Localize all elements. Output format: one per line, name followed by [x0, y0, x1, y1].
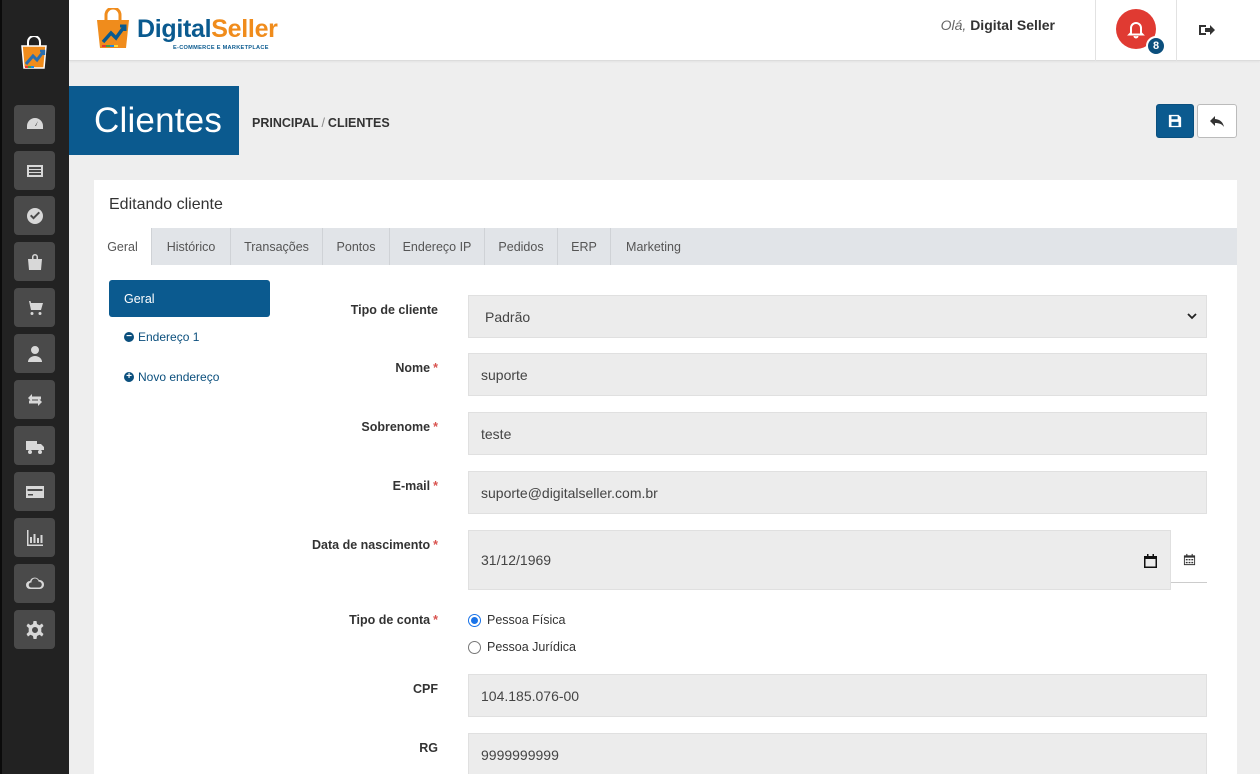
- subnav-general[interactable]: Geral: [109, 280, 270, 317]
- cart-icon: [25, 300, 43, 315]
- check-circle-icon: [26, 207, 43, 224]
- save-button[interactable]: [1156, 104, 1194, 138]
- credit-card-icon: [25, 485, 44, 498]
- rg-label: RG: [419, 741, 438, 755]
- sidebar-item-approvals[interactable]: [14, 196, 55, 235]
- edit-customer-card: Editando cliente Geral Histórico Transaç…: [94, 180, 1237, 774]
- back-button[interactable]: [1197, 104, 1237, 138]
- top-header: DigitalSeller E-COMMERCE E MARKETPLACE O…: [69, 0, 1260, 61]
- email-label: E-mail *: [392, 479, 438, 493]
- cpf-label: CPF: [413, 682, 438, 696]
- account-type-label: Tipo de conta *: [349, 613, 438, 627]
- notification-count-badge: 8: [1146, 36, 1166, 56]
- user-icon: [27, 345, 42, 362]
- logout-icon[interactable]: [1197, 20, 1217, 40]
- subnav-new-address[interactable]: + Novo endereço: [124, 370, 219, 384]
- sidebar-item-integrations[interactable]: [14, 380, 55, 419]
- last-name-field[interactable]: teste: [468, 412, 1207, 455]
- customer-type-label: Tipo de cliente: [350, 303, 438, 317]
- truck-icon: [25, 440, 44, 454]
- brand-tagline: E-COMMERCE E MARKETPLACE: [173, 45, 269, 51]
- brand-logo[interactable]: DigitalSeller E-COMMERCE E MARKETPLACE: [93, 6, 283, 54]
- breadcrumb-current: CLIENTES: [327, 116, 390, 130]
- tab-transactions[interactable]: Transações: [231, 228, 323, 265]
- email-field[interactable]: suporte@digitalseller.com.br: [468, 471, 1207, 514]
- tab-history[interactable]: Histórico: [152, 228, 231, 265]
- breadcrumb-root[interactable]: PRINCIPAL: [252, 116, 318, 130]
- sidebar-item-shipping[interactable]: [14, 426, 55, 465]
- sidebar-item-dashboard[interactable]: [14, 105, 55, 144]
- tab-ip-address[interactable]: Endereço IP: [390, 228, 485, 265]
- sidebar-item-reports[interactable]: [14, 518, 55, 557]
- settings-icon: [26, 620, 43, 639]
- last-name-label: Sobrenome *: [361, 420, 438, 434]
- birthdate-label: Data de nascimento *: [312, 538, 438, 552]
- customer-type-select[interactable]: Padrão: [468, 295, 1207, 338]
- account-type-company[interactable]: Pessoa Jurídica: [468, 640, 576, 654]
- sidebar-item-products[interactable]: [14, 242, 55, 281]
- tab-erp[interactable]: ERP: [558, 228, 611, 265]
- sidebar-item-catalog[interactable]: [14, 151, 55, 190]
- minus-circle-icon: −: [124, 332, 134, 342]
- tab-bar: Geral Histórico Transações Pontos Endere…: [94, 228, 1237, 265]
- reports-icon: [26, 529, 43, 546]
- dashboard-icon: [26, 117, 43, 129]
- app-logo-icon[interactable]: [16, 36, 52, 72]
- tab-points[interactable]: Pontos: [323, 228, 390, 265]
- breadcrumb: PRINCIPAL / CLIENTES: [252, 116, 390, 130]
- bell-icon: [1127, 22, 1145, 39]
- card-title: Editando cliente: [109, 196, 223, 213]
- radio-button[interactable]: [468, 640, 481, 654]
- divider: [1176, 0, 1177, 61]
- sidebar: [0, 0, 69, 774]
- radio-button-selected[interactable]: [468, 613, 481, 627]
- sidebar-item-payments[interactable]: [14, 472, 55, 511]
- reply-icon: [1210, 116, 1224, 127]
- calendar-picker-icon[interactable]: [1143, 553, 1158, 569]
- user-greeting: Olá, Digital Seller: [940, 17, 1055, 33]
- cpf-field[interactable]: 104.185.076-00: [468, 674, 1207, 717]
- birthdate-field[interactable]: 31/12/1969: [468, 530, 1171, 590]
- brand-name: DigitalSeller: [137, 15, 278, 43]
- chevron-down-icon: [1187, 313, 1197, 320]
- first-name-field[interactable]: suporte: [468, 353, 1207, 396]
- plus-circle-icon: +: [124, 372, 134, 382]
- tab-marketing[interactable]: Marketing: [611, 228, 696, 265]
- tab-general[interactable]: Geral: [94, 228, 152, 265]
- rg-field[interactable]: 9999999999: [468, 733, 1207, 774]
- sidebar-item-customers[interactable]: [14, 334, 55, 373]
- sidebar-item-cloud[interactable]: [14, 564, 55, 603]
- brand-bag-icon: [97, 8, 129, 48]
- save-icon: [1168, 114, 1182, 128]
- shopping-bag-icon: [27, 253, 42, 270]
- calendar-icon: [1183, 553, 1195, 565]
- catalog-icon: [26, 164, 43, 177]
- cloud-icon: [25, 577, 44, 589]
- subnav-address-1[interactable]: − Endereço 1: [124, 330, 199, 344]
- sidebar-item-orders[interactable]: [14, 288, 55, 327]
- exchange-icon: [27, 393, 42, 406]
- first-name-label: Nome *: [395, 361, 438, 375]
- divider: [1095, 0, 1096, 61]
- calendar-addon[interactable]: [1171, 536, 1207, 583]
- account-type-individual[interactable]: Pessoa Física: [468, 613, 566, 627]
- page-title: Clientes: [69, 86, 239, 155]
- tab-orders[interactable]: Pedidos: [485, 228, 558, 265]
- sidebar-item-settings[interactable]: [14, 610, 55, 649]
